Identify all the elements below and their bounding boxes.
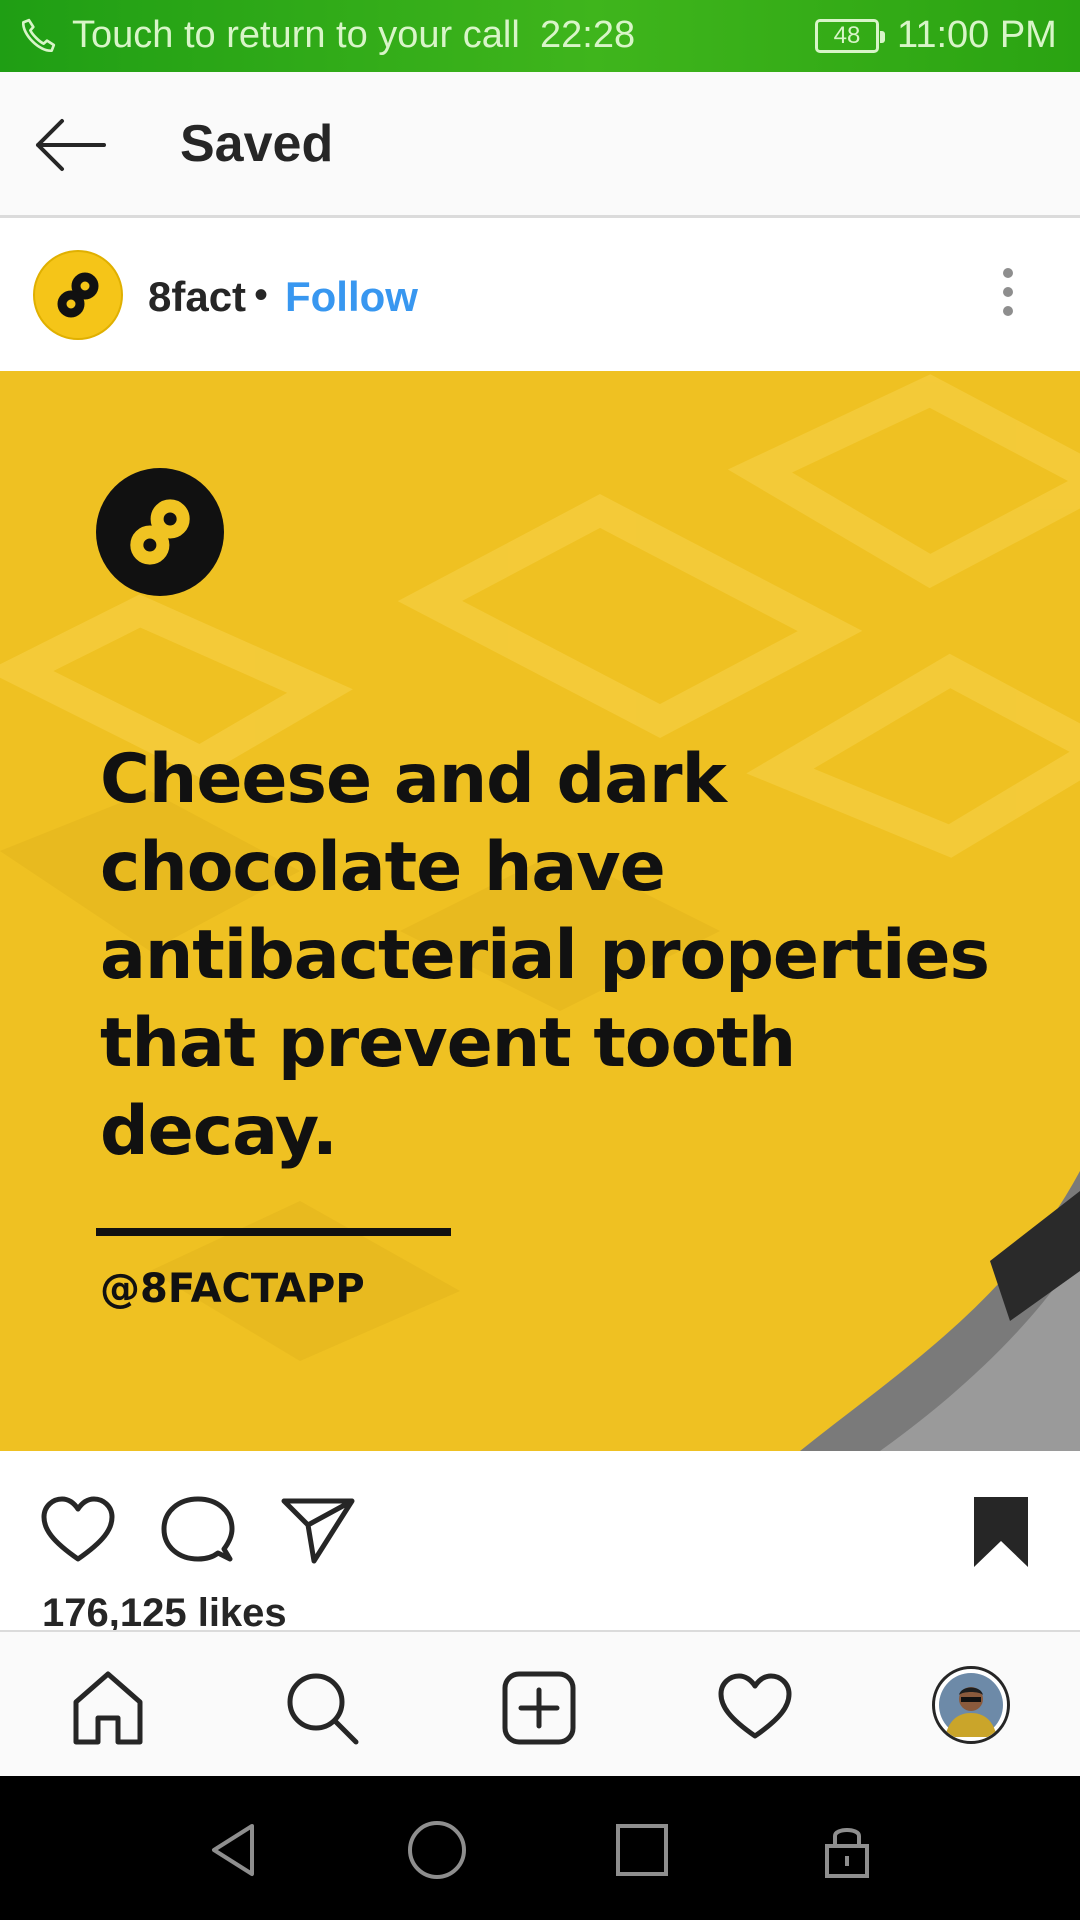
return-to-call-text[interactable]: Touch to return to your call <box>72 14 520 57</box>
heart-icon[interactable] <box>715 1668 795 1748</box>
post-handle: @8FACTAPP <box>100 1266 365 1312</box>
8fact-logo <box>96 468 224 596</box>
battery-icon: 48 <box>815 19 885 53</box>
fact-text: Cheese and dark chocolate have antibacte… <box>100 740 990 1171</box>
post-header: 8fact • Follow <box>0 218 1080 370</box>
bookmark-filled-icon[interactable] <box>962 1491 1042 1571</box>
status-clock: 11:00 PM <box>897 14 1057 56</box>
system-home-icon[interactable] <box>405 1818 469 1882</box>
lock-icon[interactable] <box>815 1818 879 1882</box>
arrow-left-icon[interactable] <box>32 117 108 173</box>
app-header: Saved <box>0 72 1080 218</box>
search-icon[interactable] <box>282 1668 362 1748</box>
profile-avatar[interactable] <box>932 1666 1010 1744</box>
8fact-logo-icon <box>57 272 99 318</box>
status-bar[interactable]: Touch to return to your call 22:28 48 11… <box>0 0 1080 72</box>
follow-button[interactable]: Follow <box>285 273 418 321</box>
system-recents-icon[interactable] <box>610 1818 674 1882</box>
separator-dot: • <box>254 273 269 317</box>
avatar[interactable] <box>33 250 123 340</box>
system-back-icon[interactable] <box>202 1818 266 1882</box>
page-title: Saved <box>180 115 334 173</box>
username[interactable]: 8fact <box>148 273 246 321</box>
profile-photo-icon <box>939 1673 1003 1737</box>
home-icon[interactable] <box>68 1668 148 1748</box>
add-post-icon[interactable] <box>499 1668 579 1748</box>
heart-icon[interactable] <box>38 1491 118 1571</box>
8fact-logo-icon <box>130 499 190 565</box>
bottom-nav <box>0 1630 1080 1776</box>
more-vertical-icon[interactable] <box>995 268 1021 324</box>
system-nav-bar <box>0 1776 1080 1920</box>
phone-icon <box>22 18 56 53</box>
battery-level: 48 <box>833 22 861 49</box>
call-timer: 22:28 <box>540 14 636 56</box>
divider <box>96 1228 451 1236</box>
comment-icon[interactable] <box>158 1491 238 1571</box>
post-actions: 176,125 likes <box>0 1451 1080 1635</box>
send-icon[interactable] <box>278 1491 358 1571</box>
post-image[interactable]: Cheese and dark chocolate have antibacte… <box>0 371 1080 1451</box>
